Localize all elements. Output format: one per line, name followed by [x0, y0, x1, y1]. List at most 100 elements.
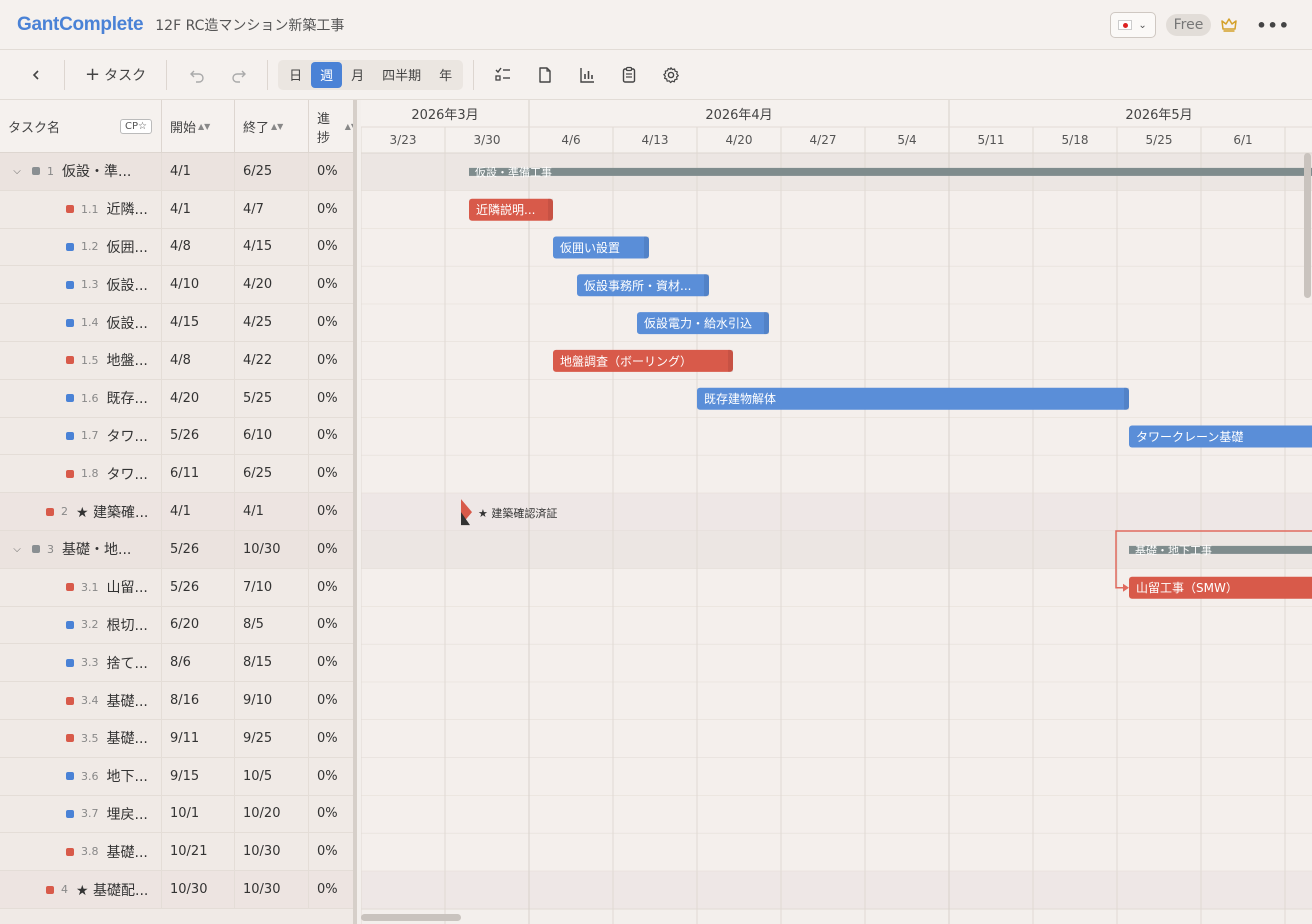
task-start-cell[interactable]: 10/1 — [162, 795, 235, 833]
task-end-cell[interactable]: 8/5 — [235, 606, 309, 644]
task-progress-cell[interactable]: 0% — [309, 229, 357, 266]
collapse-chevron-icon[interactable]: ⌵ — [10, 544, 24, 555]
task-progress-cell[interactable]: 0% — [309, 796, 357, 833]
critical-path-toggle[interactable]: CP☆ — [120, 119, 152, 134]
task-bar-resize-handle[interactable] — [644, 236, 649, 259]
settings-icon[interactable] — [660, 64, 682, 86]
task-end-cell[interactable]: 9/25 — [235, 719, 309, 757]
task-bar-resize-handle[interactable] — [704, 274, 709, 297]
task-end-cell[interactable]: 10/5 — [235, 757, 309, 795]
task-name-cell[interactable]: 3.1 山留... — [0, 568, 162, 606]
task-name-cell[interactable]: 1.6 既存... — [0, 379, 162, 417]
task-progress-cell[interactable]: 0% — [309, 304, 357, 341]
task-bar-resize-handle[interactable] — [1124, 387, 1129, 410]
task-name-cell[interactable]: 1.4 仮設... — [0, 304, 162, 341]
column-header-end[interactable]: 終了 ▲▼ — [235, 100, 309, 153]
document-icon[interactable] — [534, 64, 556, 86]
task-end-cell[interactable]: 4/25 — [235, 304, 309, 341]
task-start-cell[interactable]: 4/8 — [162, 341, 235, 379]
back-button[interactable] — [26, 69, 46, 81]
task-row[interactable]: 1.8 タワ... 6/11 6/25 0% — [0, 455, 357, 494]
column-header-start[interactable]: 開始 ▲▼ — [162, 100, 235, 153]
task-end-cell[interactable]: 6/25 — [235, 455, 309, 493]
task-name-cell[interactable]: 3.7 埋戻... — [0, 795, 162, 833]
task-start-cell[interactable]: 6/20 — [162, 606, 235, 644]
view-quarter-button[interactable]: 四半期 — [373, 62, 430, 88]
task-row[interactable]: 3.6 地下... 9/15 10/5 0% — [0, 757, 357, 796]
task-start-cell[interactable]: 4/1 — [162, 493, 235, 530]
task-end-cell[interactable]: 4/7 — [235, 190, 309, 228]
task-row[interactable]: 3.3 捨て... 8/6 8/15 0% — [0, 644, 357, 683]
task-row[interactable]: 1.1 近隣... 4/1 4/7 0% — [0, 190, 357, 229]
panel-resize-handle[interactable] — [353, 100, 357, 924]
task-progress-cell[interactable]: 0% — [309, 569, 357, 606]
task-name-cell[interactable]: 3.5 基礎... — [0, 719, 162, 757]
task-end-cell[interactable]: 4/1 — [235, 493, 309, 530]
view-year-button[interactable]: 年 — [430, 62, 461, 88]
task-end-cell[interactable]: 6/25 — [235, 153, 309, 190]
task-start-cell[interactable]: 6/11 — [162, 455, 235, 493]
task-progress-cell[interactable]: 0% — [309, 644, 357, 681]
task-end-cell[interactable]: 10/30 — [235, 530, 309, 568]
task-start-cell[interactable]: 4/1 — [162, 153, 235, 190]
task-progress-cell[interactable]: 0% — [309, 607, 357, 644]
task-start-cell[interactable]: 4/10 — [162, 266, 235, 304]
task-progress-cell[interactable]: 0% — [309, 266, 357, 303]
task-progress-cell[interactable]: 0% — [309, 682, 357, 719]
view-month-button[interactable]: 月 — [342, 62, 373, 88]
task-name-cell[interactable]: 4 ★ 基礎配... — [0, 871, 162, 908]
collapse-chevron-icon[interactable]: ⌵ — [10, 166, 24, 177]
task-progress-cell[interactable]: 0% — [309, 418, 357, 455]
task-row[interactable]: 3.1 山留... 5/26 7/10 0% — [0, 568, 357, 607]
task-end-cell[interactable]: 10/20 — [235, 795, 309, 833]
task-name-cell[interactable]: 1.5 地盤... — [0, 341, 162, 379]
task-start-cell[interactable]: 4/20 — [162, 379, 235, 417]
task-name-cell[interactable]: 1.3 仮設... — [0, 266, 162, 304]
task-start-cell[interactable]: 4/8 — [162, 228, 235, 266]
task-start-cell[interactable]: 9/11 — [162, 719, 235, 757]
task-row[interactable]: 3.5 基礎... 9/11 9/25 0% — [0, 719, 357, 758]
task-progress-cell[interactable]: 0% — [309, 531, 357, 568]
language-select[interactable]: ⌄ — [1109, 12, 1156, 38]
task-row[interactable]: 3.2 根切... 6/20 8/5 0% — [0, 606, 357, 645]
task-start-cell[interactable]: 10/30 — [162, 871, 235, 908]
task-name-cell[interactable]: 3.2 根切... — [0, 606, 162, 644]
brand-logo[interactable]: GantComplete — [17, 14, 144, 36]
task-start-cell[interactable]: 9/15 — [162, 757, 235, 795]
bar-chart-icon[interactable] — [576, 64, 598, 86]
task-start-cell[interactable]: 8/16 — [162, 682, 235, 719]
task-progress-cell[interactable]: 0% — [309, 758, 357, 795]
task-end-cell[interactable]: 7/10 — [235, 568, 309, 606]
view-week-button[interactable]: 週 — [311, 61, 343, 88]
task-name-cell[interactable]: 2 ★ 建築確... — [0, 493, 162, 530]
task-name-cell[interactable]: 3.6 地下... — [0, 757, 162, 795]
column-header-progress[interactable]: 進捗 ▲▼ — [309, 100, 357, 153]
milestone-row[interactable]: 2 ★ 建築確... 4/1 4/1 0% — [0, 493, 357, 531]
task-name-cell[interactable]: 1.8 タワ... — [0, 455, 162, 493]
task-bar-resize-handle[interactable] — [548, 198, 553, 221]
task-name-cell[interactable]: ⌵ 3 基礎・地... — [0, 530, 162, 568]
task-row[interactable]: 1.2 仮囲... 4/8 4/15 0% — [0, 228, 357, 267]
column-header-name[interactable]: タスク名 CP☆ — [0, 100, 162, 153]
vertical-scrollbar[interactable] — [1304, 153, 1311, 298]
task-end-cell[interactable]: 5/25 — [235, 379, 309, 417]
task-start-cell[interactable]: 5/26 — [162, 530, 235, 568]
task-name-cell[interactable]: 1.1 近隣... — [0, 190, 162, 228]
task-end-cell[interactable]: 4/22 — [235, 341, 309, 379]
task-row[interactable]: 1.7 タワ... 5/26 6/10 0% — [0, 417, 357, 456]
task-end-cell[interactable]: 9/10 — [235, 682, 309, 719]
task-end-cell[interactable]: 8/15 — [235, 644, 309, 682]
task-end-cell[interactable]: 10/30 — [235, 871, 309, 908]
task-end-cell[interactable]: 6/10 — [235, 417, 309, 455]
task-name-cell[interactable]: 3.3 捨て... — [0, 644, 162, 682]
more-options-icon[interactable]: ••• — [1256, 16, 1290, 35]
task-progress-cell[interactable]: 0% — [309, 833, 357, 870]
undo-button[interactable] — [187, 67, 207, 83]
task-end-cell[interactable]: 4/20 — [235, 266, 309, 304]
task-start-cell[interactable]: 4/15 — [162, 304, 235, 341]
task-start-cell[interactable]: 4/1 — [162, 190, 235, 228]
task-progress-cell[interactable]: 0% — [309, 191, 357, 228]
summary-bar[interactable] — [469, 167, 1312, 176]
task-start-cell[interactable]: 10/21 — [162, 833, 235, 871]
task-start-cell[interactable]: 5/26 — [162, 417, 235, 455]
